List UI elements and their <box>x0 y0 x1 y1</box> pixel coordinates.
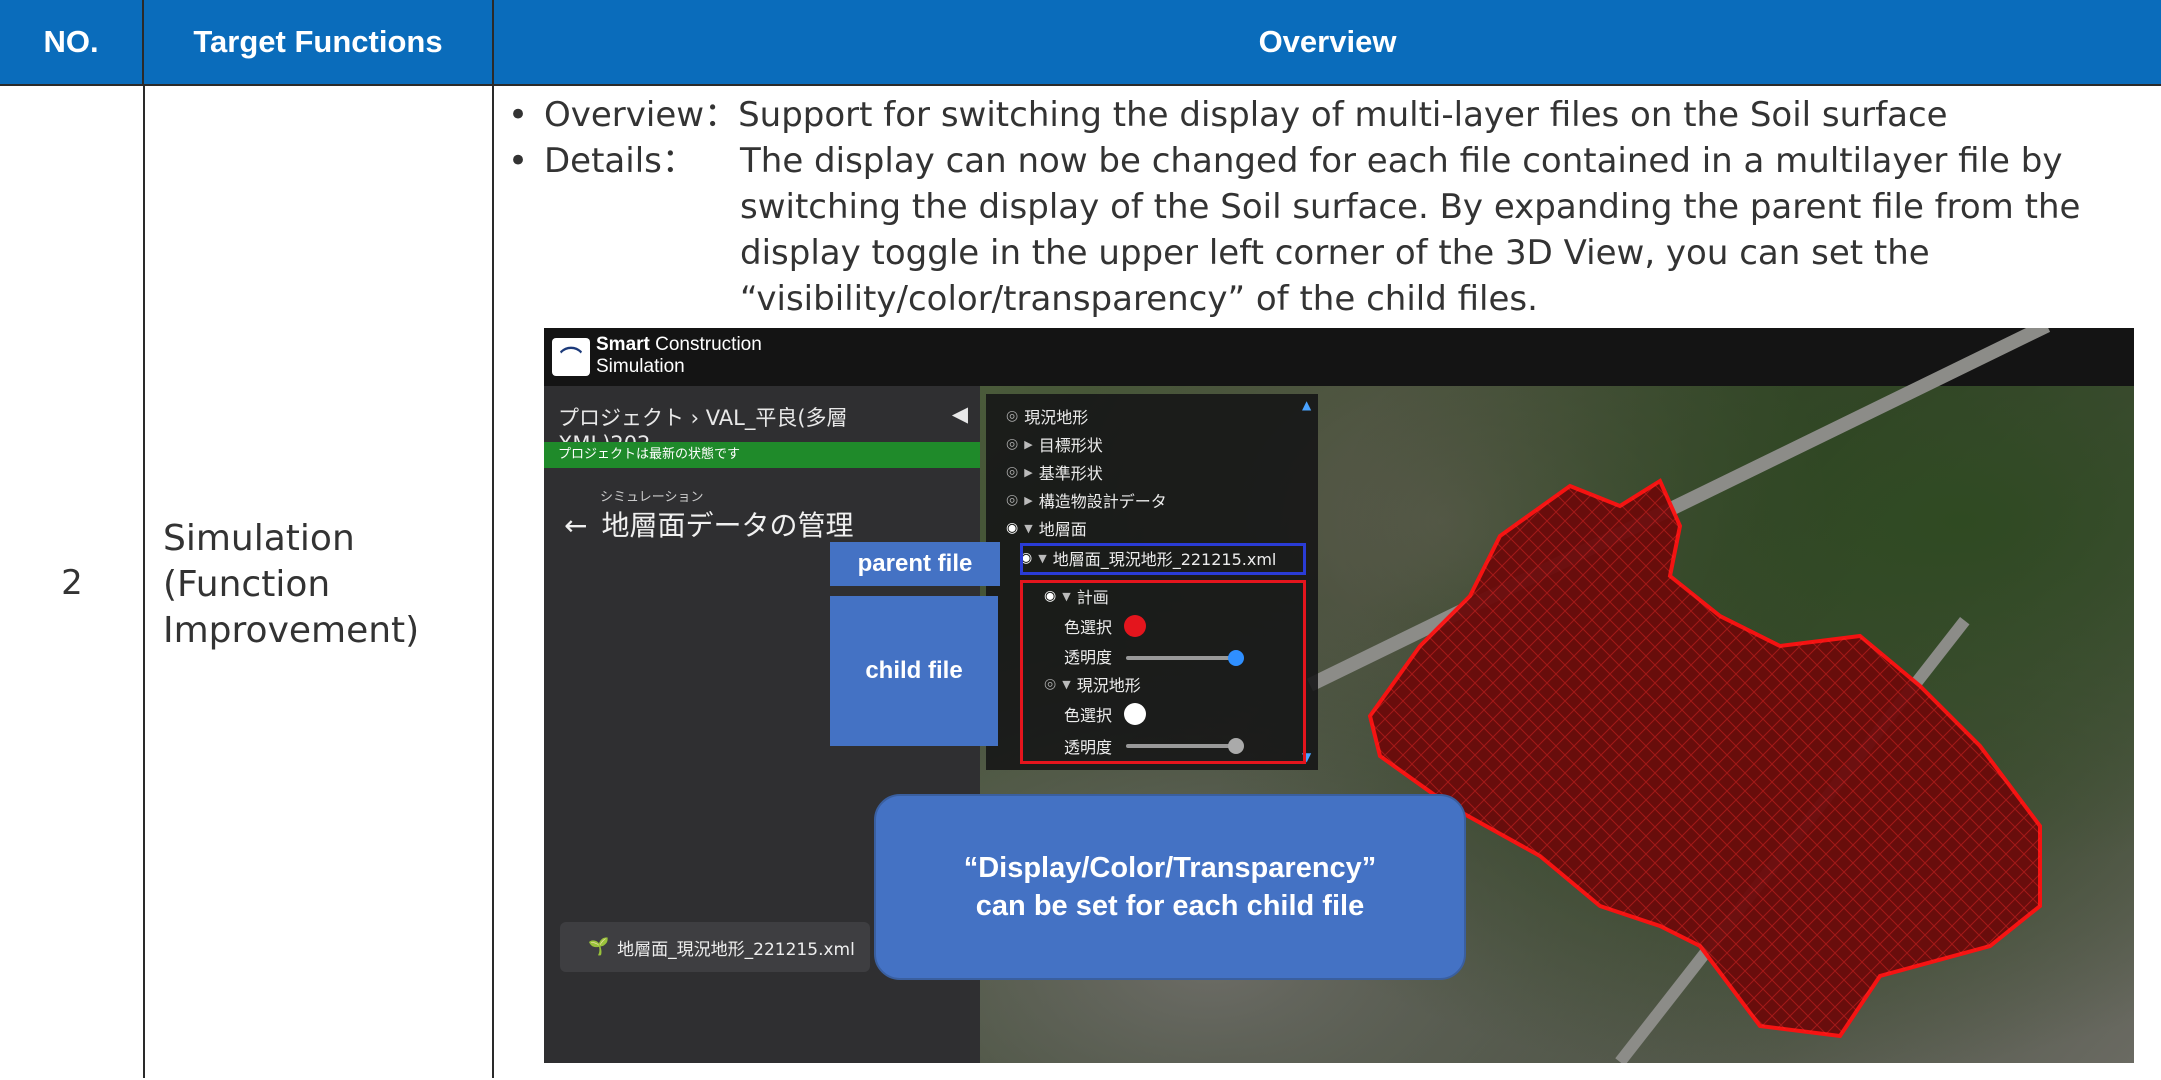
overview-text: Overview：Support for switching the displ… <box>544 95 1948 135</box>
page-title-text: 地層面データの管理 <box>601 509 854 542</box>
layer-item[interactable]: ◎ ▶ 構造物設計データ <box>1006 488 1167 512</box>
layer-label: 構造物設計データ <box>1038 492 1167 511</box>
back-arrow-icon[interactable]: ← <box>564 509 587 542</box>
caret-right-icon[interactable]: ▶ <box>1024 494 1032 507</box>
file-chip[interactable]: 🌱 地層面_現況地形_221215.xml <box>560 922 870 972</box>
details-label: Details： <box>544 141 696 181</box>
section-subtitle: シミュレーション <box>600 490 704 505</box>
bullet-dot: • <box>508 95 529 135</box>
table-header: NO. Target Functions Overview <box>0 0 2161 84</box>
header-overview: Overview <box>1258 24 1397 59</box>
settings-callout: “Display/Color/Transparency” can be set … <box>874 794 1466 980</box>
target-line: Improvement) <box>163 610 420 651</box>
logo-bold: Smart <box>596 334 650 355</box>
layer-item[interactable]: ◎ 現況地形 <box>1006 404 1088 428</box>
header-target-functions: Target Functions <box>144 0 494 84</box>
overview-bullet: • Overview：Support for switching the dis… <box>508 92 2148 138</box>
sprout-icon: 🌱 <box>588 937 610 957</box>
layer-item[interactable]: ◉ ▼ 地層面 <box>1006 516 1087 540</box>
target-function-cell: Simulation (Function Improvement) <box>163 516 483 654</box>
header-no: NO. <box>0 0 144 84</box>
layer-item[interactable]: ◎ ▶ 基準形状 <box>1006 460 1103 484</box>
eye-off-icon[interactable]: ◎ <box>1006 436 1018 452</box>
layer-label: 地層面 <box>1038 520 1087 539</box>
layer-label: 目標形状 <box>1038 436 1103 455</box>
caret-down-icon[interactable]: ▼ <box>1024 522 1032 535</box>
details-text: The display can now be changed for each … <box>740 141 2063 181</box>
logo-line2: Simulation <box>596 356 685 377</box>
eye-icon[interactable]: ◉ <box>1006 520 1018 536</box>
overview-cell: • Overview：Support for switching the dis… <box>508 92 2148 322</box>
caret-right-icon[interactable]: ▶ <box>1024 466 1032 479</box>
child-highlight-box <box>1020 580 1306 764</box>
app-logo-text: Smart Construction Simulation <box>596 334 762 378</box>
target-line: Simulation <box>163 518 355 559</box>
details-text: switching the display of the Soil surfac… <box>740 187 2081 227</box>
parent-file-callout: parent file <box>830 542 1000 586</box>
column-divider <box>492 86 494 1078</box>
app-topbar: ⌒ Smart Construction Simulation <box>544 328 2134 386</box>
callout-line: “Display/Color/Transparency” <box>963 852 1377 884</box>
logo-rest: Construction <box>655 334 762 355</box>
details-text: “visibility/color/transparency” of the c… <box>740 279 1538 319</box>
callout-line: can be set for each child file <box>975 890 1365 922</box>
layer-label: 基準形状 <box>1038 464 1103 483</box>
eye-off-icon[interactable]: ◎ <box>1006 408 1018 424</box>
target-line: (Function <box>163 564 331 605</box>
eye-off-icon[interactable]: ◎ <box>1006 464 1018 480</box>
row-number: 2 <box>61 563 83 603</box>
page-title: ← 地層面データの管理 <box>564 504 853 544</box>
layer-item[interactable]: ◎ ▶ 目標形状 <box>1006 432 1103 456</box>
details-bullet: • Details： The display can now be change… <box>508 138 2148 322</box>
caret-right-icon[interactable]: ▶ <box>1024 438 1032 451</box>
status-badge: プロジェクトは最新の状態です <box>544 442 980 468</box>
child-file-callout: child file <box>830 596 998 746</box>
scroll-up-icon[interactable]: ▲ <box>1302 398 1311 412</box>
bullet-dot: • <box>508 141 529 181</box>
eye-off-icon[interactable]: ◎ <box>1006 492 1018 508</box>
parent-highlight-box <box>1020 543 1306 575</box>
app-logo-icon: ⌒ <box>552 338 590 376</box>
layer-label: 現況地形 <box>1024 408 1089 427</box>
app-screenshot: ⌒ Smart Construction Simulation プロジェクト ›… <box>544 328 2134 1063</box>
file-chip-label: 地層面_現況地形_221215.xml <box>617 939 855 960</box>
details-block: Details： The display can now be changed … <box>544 138 2080 322</box>
details-text: display toggle in the upper left corner … <box>740 233 1930 273</box>
